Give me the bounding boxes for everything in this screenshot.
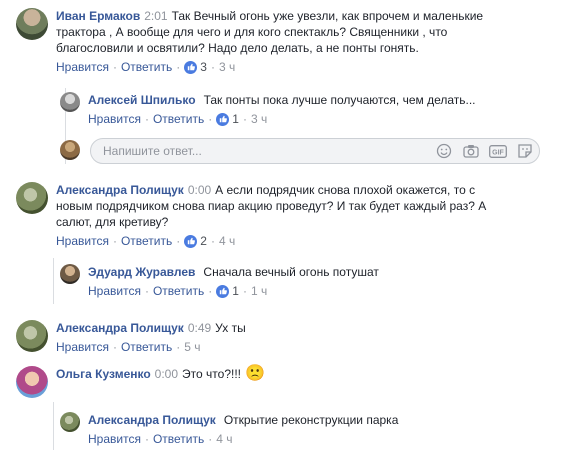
comment-text-line: А если подрядчик снова плохой окажется, … [215, 183, 476, 197]
gif-icon[interactable]: GIF [485, 140, 511, 162]
avatar[interactable] [60, 264, 80, 284]
avatar[interactable] [60, 92, 80, 112]
thumbs-up-icon[interactable] [216, 112, 230, 126]
reply-link[interactable]: Ответить [121, 233, 172, 249]
separator-dot: · [176, 234, 181, 248]
separator-dot: · [208, 432, 213, 446]
separator-dot: · [176, 340, 181, 354]
separator-dot: · [210, 60, 215, 74]
comment-author[interactable]: Иван Ермаков [56, 9, 140, 23]
avatar[interactable] [16, 182, 48, 214]
avatar[interactable] [16, 366, 48, 398]
reply-thread-line [53, 402, 54, 450]
camera-icon[interactable] [458, 140, 484, 162]
separator-dot: · [112, 234, 117, 248]
avatar [60, 140, 80, 160]
comment: Александра Полищук 0:00 А если подрядчик с… [16, 182, 556, 249]
separator-dot: · [144, 112, 149, 126]
emoji-icon[interactable] [431, 140, 457, 162]
comment-age[interactable]: 3 ч [251, 111, 267, 127]
comment-text-line: новым подрядчиком снова пиар акцию прове… [56, 199, 487, 213]
reply-input[interactable] [91, 144, 431, 158]
reply-link[interactable]: Ответить [153, 111, 204, 127]
separator-dot: · [144, 284, 149, 298]
thumbs-up-icon[interactable] [184, 234, 198, 248]
reply: Александра Полищук Открытие реконструкции… [60, 412, 398, 447]
comment-age[interactable]: 4 ч [219, 233, 235, 249]
reply-link[interactable]: Ответить [153, 431, 204, 447]
thumbs-up-icon[interactable] [216, 284, 230, 298]
comment-text-line: салют, для кретиву? [56, 215, 169, 229]
comment-age[interactable]: 4 ч [216, 431, 232, 447]
separator-dot: · [144, 432, 149, 446]
comment: Ольга Кузменко 0:00 Это что?!!! 🙁 [16, 366, 265, 398]
separator-dot: · [242, 284, 247, 298]
reaction-count[interactable]: 3 [200, 59, 207, 75]
sad-face-emoji: 🙁 [245, 365, 265, 382]
reaction-count[interactable]: 2 [200, 233, 207, 249]
reply-author[interactable]: Александра Полищук [88, 413, 216, 427]
like-link[interactable]: Нравится [56, 339, 109, 355]
comment-age[interactable]: 1 ч [251, 283, 267, 299]
reply-text: Сначала вечный огонь потушат [203, 265, 379, 279]
separator-dot: · [210, 234, 215, 248]
comment-text-line: трактора , А вообще для чего и для кого … [56, 25, 448, 39]
comment-age[interactable]: 3 ч [219, 59, 235, 75]
separator-dot: · [176, 60, 181, 74]
like-link[interactable]: Нравится [88, 111, 141, 127]
reply: Алексей Шпилько Так понты пока лучше полу… [60, 92, 476, 127]
comment-text: Ух ты [215, 321, 246, 335]
like-link[interactable]: Нравится [56, 233, 109, 249]
reply-composer: GIF [90, 138, 540, 164]
comment-author[interactable]: Александра Полищук [56, 321, 184, 335]
sticker-icon[interactable] [512, 140, 538, 162]
comment-text: Это что?!!! [182, 367, 241, 381]
separator-dot: · [112, 340, 117, 354]
svg-text:GIF: GIF [492, 149, 504, 156]
like-link[interactable]: Нравится [56, 59, 109, 75]
comment-author[interactable]: Ольга Кузменко [56, 366, 151, 382]
comment-timestamp: 0:00 [154, 367, 179, 381]
comment: Александра Полищук 0:49 Ух ты Нравится · Отв… [16, 320, 246, 355]
reaction-count[interactable]: 1 [232, 283, 239, 299]
comment-text-line: благословили и освятили? Надо дело делат… [56, 41, 419, 55]
reply-link[interactable]: Ответить [121, 59, 172, 75]
reply-author[interactable]: Эдуард Журавлев [88, 265, 195, 279]
reaction-count[interactable]: 1 [232, 111, 239, 127]
comment-timestamp: 0:00 [187, 183, 212, 197]
comment-text-line: Так Вечный огонь уже увезли, как впрочем… [171, 9, 484, 23]
reply-text: Так понты пока лучше получаются, чем дел… [203, 93, 476, 107]
separator-dot: · [112, 60, 117, 74]
avatar[interactable] [60, 412, 80, 432]
comment-timestamp: 0:49 [187, 321, 212, 335]
thumbs-up-icon[interactable] [184, 60, 198, 74]
reply-link[interactable]: Ответить [121, 339, 172, 355]
comment-timestamp: 2:01 [144, 9, 168, 23]
reply-thread-line [53, 258, 54, 304]
comment: Иван Ермаков 2:01 Так Вечный огонь уже уве… [16, 8, 556, 75]
avatar[interactable] [16, 320, 48, 352]
comment-author[interactable]: Александра Полищук [56, 183, 184, 197]
comment-age[interactable]: 5 ч [184, 339, 200, 355]
like-link[interactable]: Нравится [88, 431, 141, 447]
reply-author[interactable]: Алексей Шпилько [88, 93, 196, 107]
reply-text: Открытие реконструкции парка [223, 413, 399, 427]
separator-dot: · [242, 112, 247, 126]
separator-dot: · [208, 284, 213, 298]
avatar[interactable] [16, 8, 48, 40]
separator-dot: · [208, 112, 213, 126]
reply: Эдуард Журавлев Сначала вечный огонь поту… [60, 264, 379, 299]
reply-link[interactable]: Ответить [153, 283, 204, 299]
like-link[interactable]: Нравится [88, 283, 141, 299]
